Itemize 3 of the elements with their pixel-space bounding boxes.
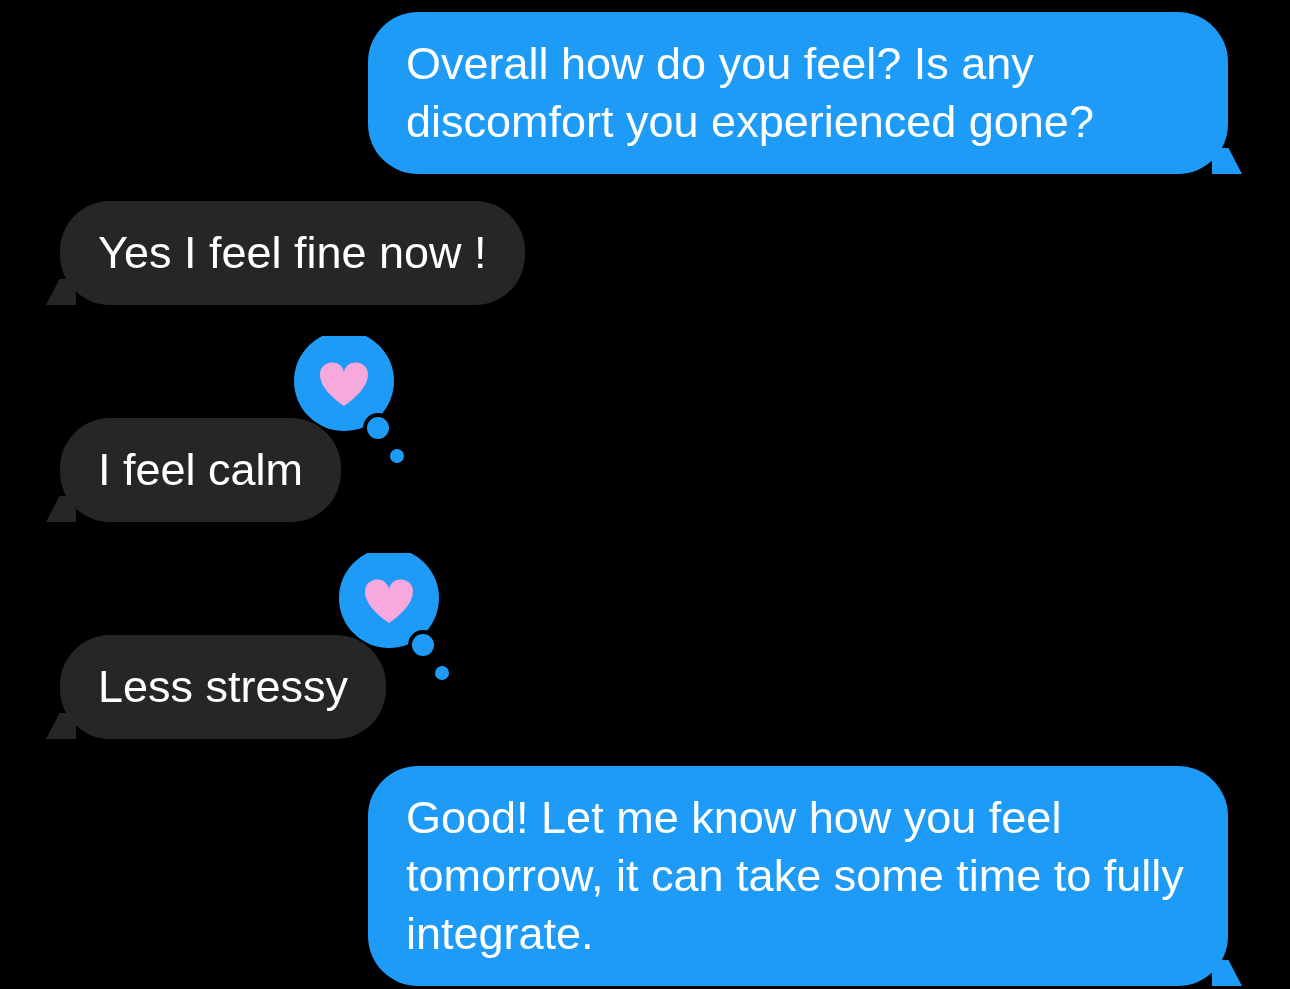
- received-message-bubble: Yes I feel fine now !: [60, 201, 525, 305]
- sent-message-bubble: Good! Let me know how you feel tomorrow, it can take some time to fully integrate.: [368, 766, 1228, 986]
- sent-message-bubble: Overall how do you feel? Is any discomfort you experienced gone?: [368, 12, 1228, 174]
